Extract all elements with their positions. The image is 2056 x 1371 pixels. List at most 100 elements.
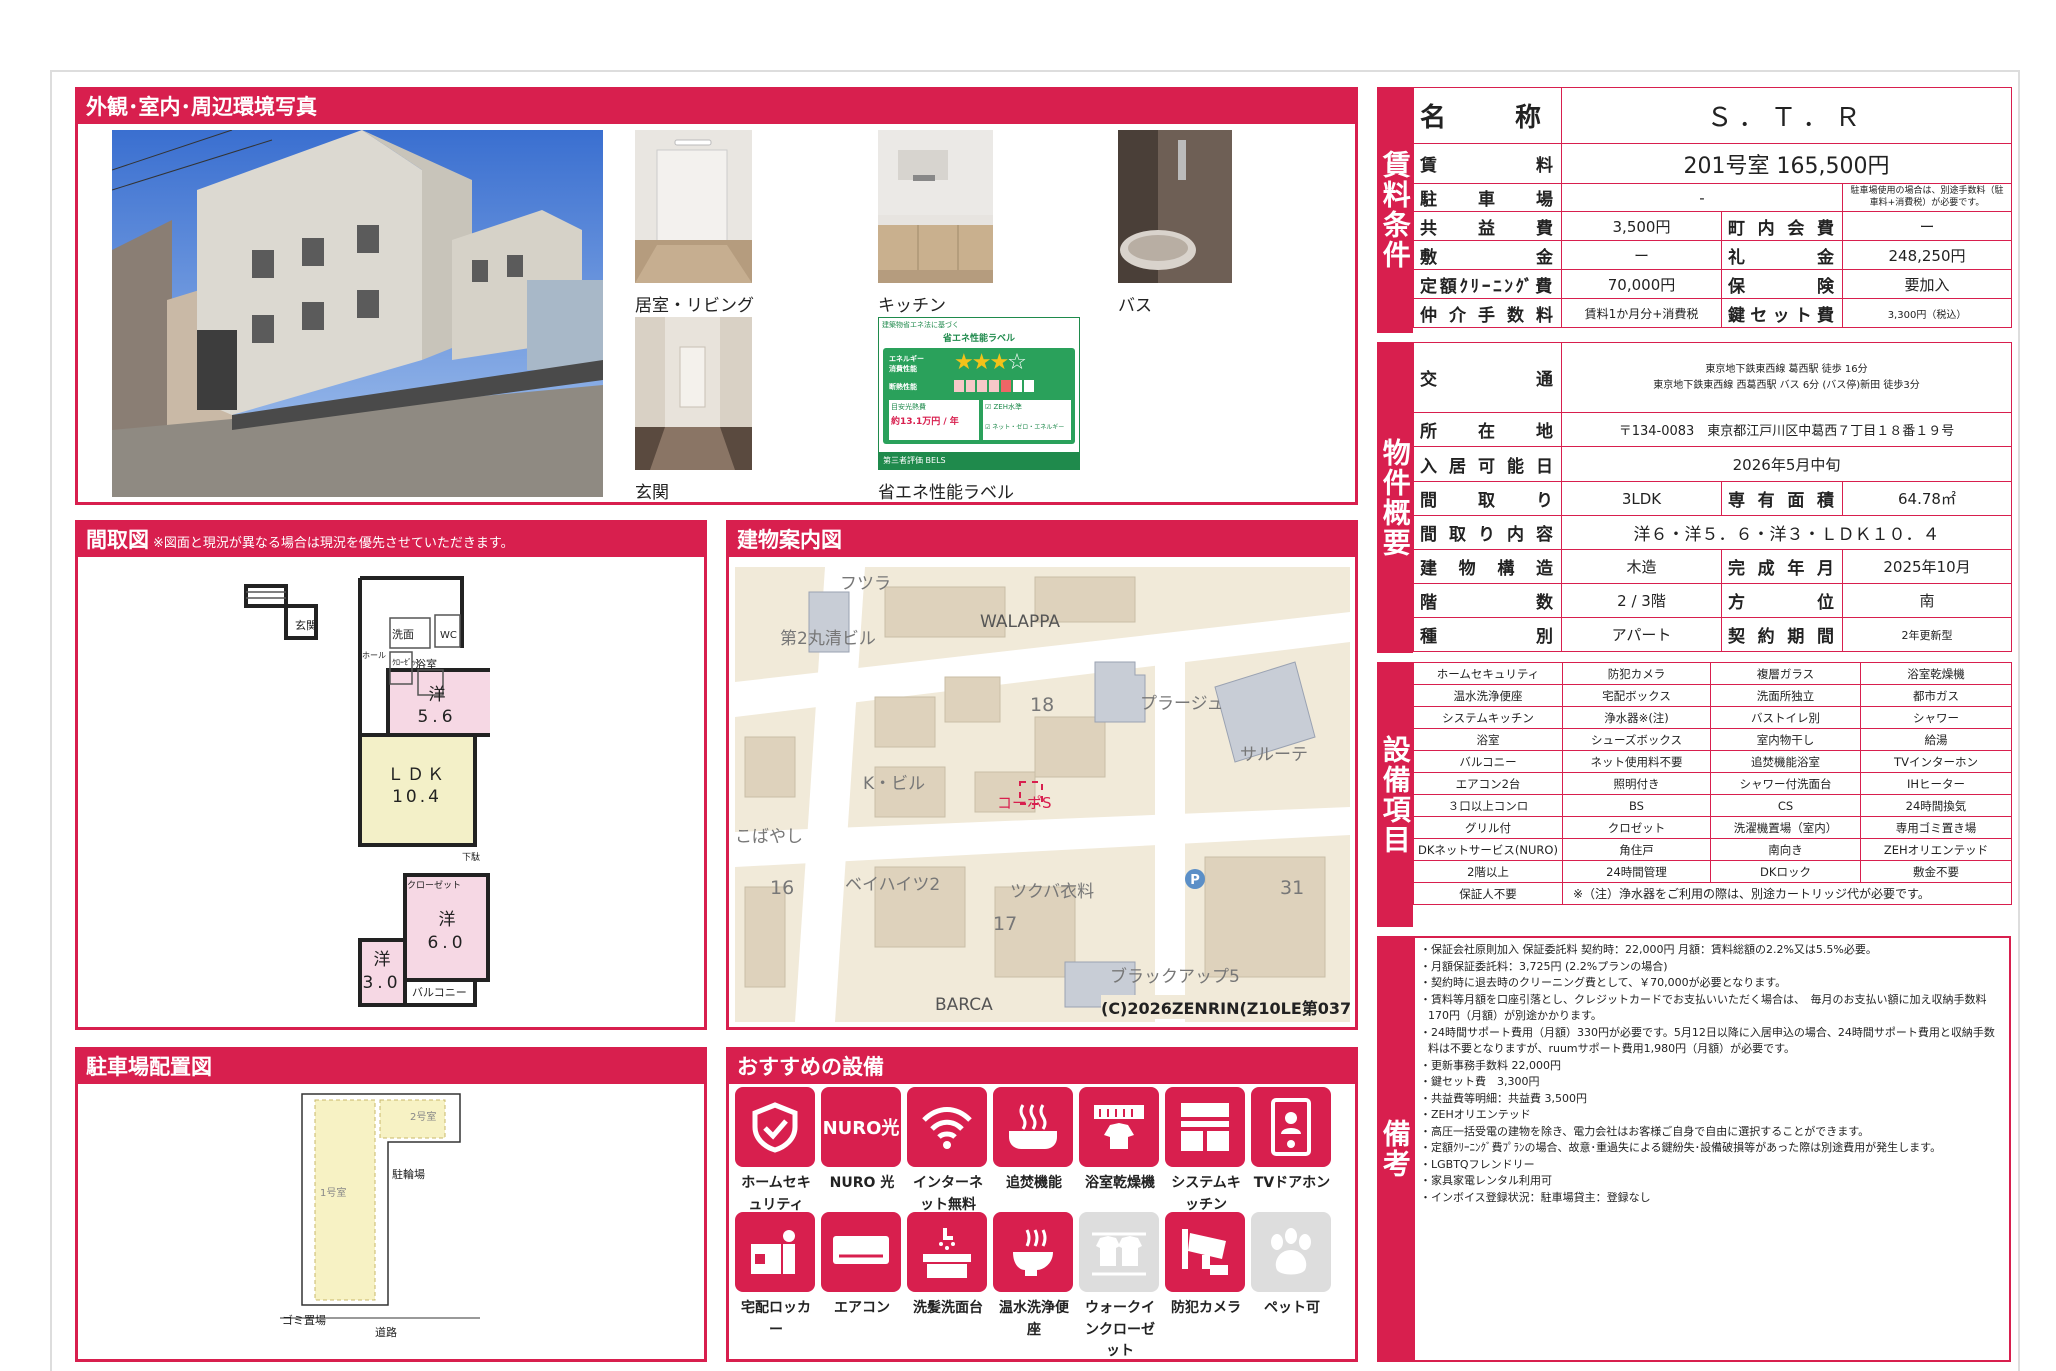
equipment-item: ネット使用料不要	[1562, 750, 1711, 773]
paw-icon	[1251, 1212, 1331, 1292]
floor-value: 2 / 3階	[1561, 583, 1722, 618]
equipment-item: グリル付	[1413, 816, 1563, 839]
guide-map: P フツラ 第2丸清ビル WALAPPA 18 プラージュ サルーテ K・ビル …	[735, 567, 1350, 1022]
insurance-label: 保険	[1721, 269, 1843, 299]
map-label-barca: BARCA	[935, 995, 993, 1015]
parking-spot1: 1号室	[320, 1186, 346, 1199]
fp-ldk: ＬＤＫ	[387, 765, 447, 785]
fp-room2: 洋	[439, 910, 456, 930]
parking-bike: 駐輪場	[392, 1167, 425, 1181]
recommend-reheating: 追焚機能	[993, 1087, 1075, 1195]
recommend-label: NURO 光	[829, 1175, 895, 1191]
contract-label: 契約期間	[1721, 617, 1843, 652]
recommend-label: ペット可	[1264, 1300, 1320, 1316]
equipment-item: IHヒーター	[1860, 772, 2012, 795]
zeh-check: ☑ ZEH水準	[985, 403, 1022, 411]
fp-bath: 浴室	[415, 657, 437, 671]
energy-label-top: 建築物省エネ法に基づく	[882, 321, 959, 329]
town-fee-label: 町内会費	[1721, 211, 1843, 241]
equipment-item: TVインターホン	[1860, 750, 2012, 773]
map-label-futsura: フツラ	[840, 574, 891, 594]
transport-value: 東京地下鉄東西線 葛西駅 徒歩 16分 東京地下鉄東西線 西葛西駅 バス 6分 …	[1561, 342, 2012, 413]
remark-line: ・LGBTQフレンドリー	[1420, 1157, 1535, 1171]
recommend-label: TVドアホン	[1253, 1175, 1331, 1191]
equipment-item: ホームセキュリティ	[1413, 662, 1563, 685]
energy-label-caption: 省エネ性能ラベル	[878, 483, 1014, 503]
recommend-label: システムキッチン	[1171, 1175, 1241, 1213]
equipment-item: バルコニー	[1413, 750, 1563, 773]
recommend-bath-dryer: 浴室乾燥機	[1079, 1087, 1161, 1195]
recommend-label: ウォークインクローゼット	[1085, 1300, 1155, 1360]
recommend-pets: ペット可	[1251, 1212, 1333, 1320]
remark-line: ・高圧一括受電の建物を除き、電力会社はお客様ご自身で自由に選択することができます…	[1420, 1124, 1870, 1138]
bath-photo	[1118, 130, 1232, 283]
equipment-item: ３口以上コンロ	[1413, 794, 1563, 817]
equipment-item: 2階以上	[1413, 860, 1563, 883]
equipment-item: 浴室乾燥機	[1860, 662, 2012, 685]
equipment-item: 複層ガラス	[1710, 662, 1861, 685]
rent-label: 賃料	[1413, 143, 1562, 184]
kitchen-photo	[878, 130, 993, 283]
equipment-item: 室内物干し	[1710, 728, 1861, 751]
type-value: アパート	[1561, 617, 1722, 652]
property-side-label: 物件概要	[1377, 342, 1413, 653]
map-label-salute: サルーテ	[1240, 745, 1308, 765]
recommend-label: 宅配ロッカー	[741, 1300, 811, 1338]
equipment-item: BS	[1562, 794, 1711, 817]
svg-text:P: P	[1190, 873, 1200, 888]
recommend-security-camera: 防犯カメラ	[1165, 1212, 1247, 1320]
remark-line: ・定額ｸﾘｰﾆﾝｸﾞ費ﾌﾟﾗﾝの場合、故意･重過失による鍵紛失･設備破損等があっ…	[1420, 1141, 1942, 1154]
floor-label: 階数	[1413, 583, 1562, 618]
energy-cost-label: 目安光熱費	[891, 403, 926, 411]
shield-icon	[735, 1087, 815, 1167]
transport-line-1: 東京地下鉄東西線 葛西駅 徒歩 16分	[1705, 363, 1868, 375]
equipment-item: 照明付き	[1562, 772, 1711, 795]
fp-hall: ホール	[362, 651, 386, 660]
fp-room1-size: 5.6	[417, 707, 456, 727]
equipment-item: 浄水器※(注)	[1562, 706, 1711, 729]
equipment-row: システムキッチン 浄水器※(注) バストイレ別 シャワー	[1413, 706, 2012, 729]
deposit-label: 敷金	[1413, 240, 1562, 270]
floorplan-header: 間取図 ※図面と現況が異なる場合は現況を優先させていただきます。	[78, 523, 704, 557]
recommend-label: ホームセキュリティ	[741, 1175, 811, 1213]
equipment-item: 南向き	[1710, 838, 1861, 861]
equipment-item: 専用ゴミ置き場	[1860, 816, 2012, 839]
area-value: 64.78㎡	[1842, 481, 2012, 516]
remark-line: ・ZEHオリエンテッド	[1420, 1108, 1531, 1121]
living-caption: 居室・リビング	[635, 296, 754, 316]
remark-line: ・鍵セット費 3,300円	[1420, 1075, 1540, 1088]
move-in-label: 入居可能日	[1413, 446, 1562, 482]
zeh-label: ZEH水準	[993, 403, 1022, 411]
remark-line: ・月額保証委託料：3,725円 (2.2%プランの場合)	[1420, 959, 1668, 973]
recommend-title: おすすめの設備	[729, 1050, 1355, 1084]
equipment-item: システムキッチン	[1413, 706, 1563, 729]
recommend-delivery-locker: 宅配ロッカー	[735, 1212, 817, 1341]
equipment-row: 2階以上 24時間管理 DKロック 敷金不要	[1413, 860, 2012, 883]
equipment-item: 防犯カメラ	[1562, 662, 1711, 685]
property-name: Ｓ．Ｔ．Ｒ	[1560, 87, 2013, 144]
map-label-bayheights: ベイハイツ2	[845, 875, 941, 895]
kitchen-caption: キッチン	[878, 296, 946, 316]
recommend-label: 浴室乾燥機	[1085, 1175, 1155, 1191]
structure-value: 木造	[1561, 549, 1722, 584]
completed-value: 2025年10月	[1842, 549, 2012, 584]
fp-room3: 洋	[374, 950, 391, 970]
stars-icon: ★★★☆	[954, 350, 1027, 375]
net-zero-label: ネット・ゼロ・エネルギー	[992, 424, 1065, 431]
recommend-label: インターネット無料	[913, 1175, 983, 1213]
equipment-row: ３口以上コンロ BS CS 24時間換気	[1413, 794, 2012, 817]
contract-value: 2年更新型	[1842, 617, 2012, 652]
recommend-shampoo-basin: 洗髪洗面台	[907, 1212, 989, 1320]
key-set-label: 鍵セット費	[1721, 298, 1843, 328]
equipment-row: 浴室 シューズボックス 室内物干し 給湯	[1413, 728, 2012, 751]
recommend-nuro: NURO光 NURO 光	[821, 1087, 903, 1195]
move-in-value: 2026年5月中旬	[1561, 446, 2012, 482]
living-photo	[635, 130, 752, 283]
recommend-washlet: 温水洗浄便座	[993, 1212, 1075, 1341]
parking-value: -	[1561, 183, 1843, 212]
brokerage-label: 仲介手数料	[1413, 298, 1562, 328]
equipment-item: エアコン2台	[1413, 772, 1563, 795]
closet-icon	[1079, 1212, 1159, 1292]
fp-closet: クローゼット	[407, 879, 461, 891]
parking-title: 駐車場配置図	[78, 1050, 704, 1084]
